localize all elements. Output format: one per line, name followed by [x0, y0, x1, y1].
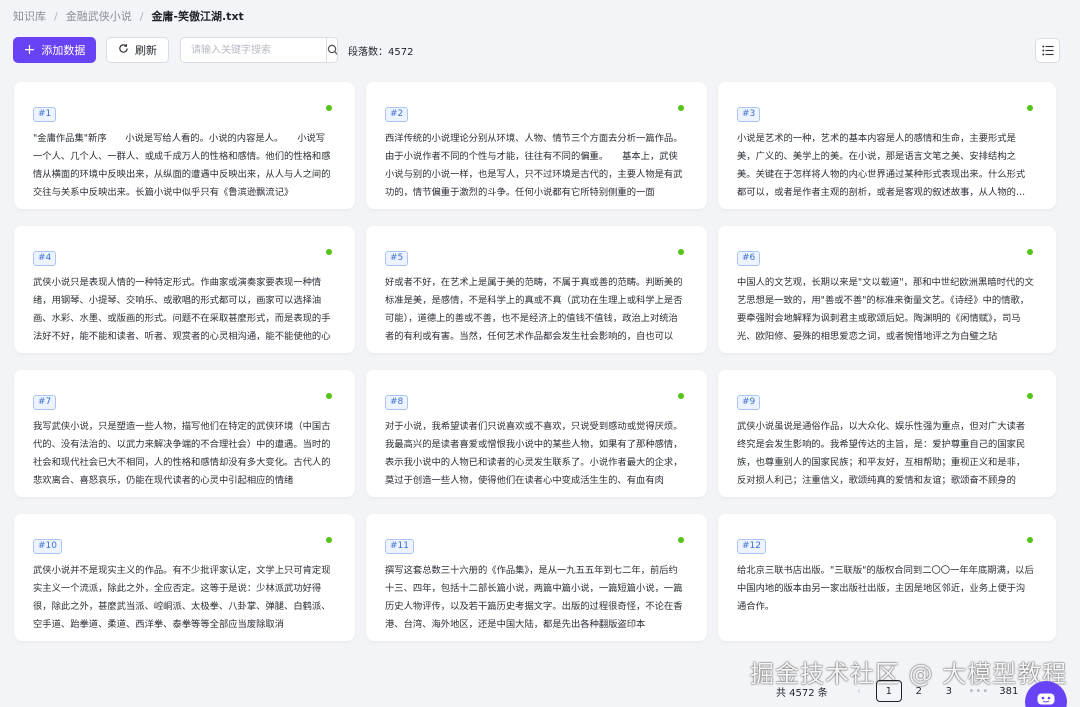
- paragraph-card[interactable]: #9 武侠小说虽说是通俗作品，以大众化、娱乐性强为重点，但对广大读者终究是会发生…: [718, 370, 1056, 497]
- status-dot: [678, 393, 684, 399]
- paragraph-grid: #1 "金庸作品集"新序 小说是写给人看的。小说的内容是人。 小说写一个人、几个…: [14, 82, 1056, 641]
- paragraph-card[interactable]: #1 "金庸作品集"新序 小说是写给人看的。小说的内容是人。 小说写一个人、几个…: [14, 82, 355, 209]
- pagination: 共 4572 条 ‹ 1 2 3 ••• 381: [776, 680, 1024, 702]
- status-dot: [678, 249, 684, 255]
- breadcrumb-item-knowledge-base[interactable]: 知识库: [13, 8, 46, 24]
- paragraph-card[interactable]: #11 撰写这套总数三十六册的《作品集》，是从一九五五年到七二年，前后约十三、四…: [366, 514, 707, 641]
- status-dot: [678, 105, 684, 111]
- paragraph-card[interactable]: #5 好或者不好，在艺术上是属于美的范畴，不属于真或善的范畴。判断美的标准是美，…: [366, 226, 707, 353]
- paragraph-text: 好或者不好，在艺术上是属于美的范畴，不属于真或善的范畴。判断美的标准是美，是感情…: [385, 277, 683, 342]
- status-dot: [326, 105, 332, 111]
- paragraph-card[interactable]: #7 我写武侠小说，只是塑造一些人物，描写他们在特定的武侠环境（中国古代的、没有…: [14, 370, 355, 497]
- breadcrumb-item-current-file: 金庸-笑傲江湖.txt: [151, 10, 244, 23]
- paragraph-index-badge: #4: [33, 251, 57, 266]
- paragraph-text: 武侠小说并不是现实主义的作品。有不少批评家认定，文学上只可肯定现实主义一个流派，…: [33, 565, 331, 630]
- paragraph-text: 西洋传统的小说理论分别从环境、人物、情节三个方面去分析一篇作品。由于小说作者不同…: [385, 133, 683, 198]
- paragraph-text: "金庸作品集"新序 小说是写给人看的。小说的内容是人。 小说写一个人、几个人、一…: [33, 133, 331, 198]
- paragraph-text: 我写武侠小说，只是塑造一些人物，描写他们在特定的武侠环境（中国古代的、没有法治的…: [33, 421, 331, 486]
- breadcrumb: 知识库 / 金融武侠小说 / 金庸-笑傲江湖.txt: [13, 8, 244, 24]
- search-box: [180, 37, 338, 63]
- breadcrumb-item-dataset[interactable]: 金融武侠小说: [66, 8, 132, 24]
- pagination-total: 共 4572 条: [776, 687, 828, 699]
- list-view-toggle[interactable]: [1035, 37, 1060, 63]
- plus-icon: +: [23, 42, 36, 58]
- paragraph-index-badge: #8: [385, 395, 409, 410]
- search-button[interactable]: [326, 38, 337, 62]
- paragraph-index-badge: #9: [737, 395, 761, 410]
- paragraph-card[interactable]: #4 武侠小说只是表现人情的一种特定形式。作曲家或演奏家要表现一种情绪，用钢琴、…: [14, 226, 355, 353]
- status-dot: [1027, 537, 1033, 543]
- paragraph-index-badge: #5: [385, 251, 409, 266]
- paragraph-count: 段落数：4572: [348, 46, 414, 58]
- page-button-last[interactable]: 381: [994, 686, 1024, 697]
- refresh-label: 刷新: [135, 44, 157, 57]
- paragraph-index-badge: #11: [385, 539, 414, 554]
- paragraph-text: 小说是艺术的一种，艺术的基本内容是人的感情和生命，主要形式是美，广义的、美学上的…: [737, 133, 1026, 198]
- paragraph-index-badge: #3: [737, 107, 761, 122]
- page-button-2[interactable]: 2: [904, 686, 934, 697]
- paragraph-card[interactable]: #10 武侠小说并不是现实主义的作品。有不少批评家认定，文学上只可肯定现实主义一…: [14, 514, 355, 641]
- status-dot: [326, 249, 332, 255]
- chat-bot-icon: [1037, 690, 1055, 707]
- add-data-label: 添加数据: [41, 44, 86, 57]
- paragraph-card[interactable]: #6 中国人的文艺观，长期以来是"文以载道"，那和中世纪欧洲黑暗时代的文艺思想是…: [718, 226, 1056, 353]
- paragraph-card[interactable]: #8 对于小说，我希望读者们只说喜欢或不喜欢，只说受到感动或觉得厌烦。我最高兴的…: [366, 370, 707, 497]
- status-dot: [326, 393, 332, 399]
- paragraph-index-badge: #6: [737, 251, 761, 266]
- paragraph-text: 中国人的文艺观，长期以来是"文以载道"，那和中世纪欧洲黑暗时代的文艺思想是一致的…: [737, 277, 1034, 342]
- status-dot: [326, 537, 332, 543]
- paragraph-card[interactable]: #2 西洋传统的小说理论分别从环境、人物、情节三个方面去分析一篇作品。由于小说作…: [366, 82, 707, 209]
- paragraph-text: 撰写这套总数三十六册的《作品集》，是从一九五五年到七二年，前后约十三、四年，包括…: [385, 565, 683, 630]
- paragraph-text: 武侠小说虽说是通俗作品，以大众化、娱乐性强为重点，但对广大读者终究是会发生影响的…: [737, 421, 1026, 486]
- paragraph-index-badge: #2: [385, 107, 409, 122]
- refresh-button[interactable]: 刷新: [106, 37, 169, 63]
- page-button-1[interactable]: 1: [875, 680, 902, 702]
- paragraph-card[interactable]: #12 给北京三联书店出版。"三联版"的版权合同到二〇〇一年年底期满，以后中国内…: [718, 514, 1056, 641]
- page-ellipsis[interactable]: •••: [964, 686, 994, 697]
- paragraph-text: 对于小说，我希望读者们只说喜欢或不喜欢，只说受到感动或觉得厌烦。我最高兴的是读者…: [385, 421, 683, 486]
- status-dot: [1027, 105, 1033, 111]
- breadcrumb-separator: /: [139, 9, 144, 23]
- search-input[interactable]: [181, 38, 326, 62]
- paragraph-index-badge: #7: [33, 395, 57, 410]
- search-icon: [327, 41, 337, 60]
- paragraph-text: 武侠小说只是表现人情的一种特定形式。作曲家或演奏家要表现一种情绪，用钢琴、小提琴…: [33, 277, 331, 342]
- paragraph-index-badge: #10: [33, 539, 62, 554]
- status-dot: [678, 537, 684, 543]
- add-data-button[interactable]: + 添加数据: [13, 37, 96, 63]
- breadcrumb-separator: /: [54, 9, 58, 23]
- prev-page-icon[interactable]: ‹: [844, 686, 874, 697]
- status-dot: [1027, 249, 1033, 255]
- paragraph-index-badge: #1: [33, 107, 57, 122]
- paragraph-text: 给北京三联书店出版。"三联版"的版权合同到二〇〇一年年底期满，以后中国内地的版本…: [737, 565, 1034, 612]
- refresh-icon: [118, 43, 129, 57]
- toolbar: + 添加数据 刷新 段落数：4572: [13, 37, 1060, 63]
- paragraph-card[interactable]: #3 小说是艺术的一种，艺术的基本内容是人的感情和生命，主要形式是美，广义的、美…: [718, 82, 1056, 209]
- status-dot: [1027, 393, 1033, 399]
- list-icon: [1041, 41, 1054, 60]
- paragraph-index-badge: #12: [737, 539, 766, 554]
- page-button-3[interactable]: 3: [934, 686, 964, 697]
